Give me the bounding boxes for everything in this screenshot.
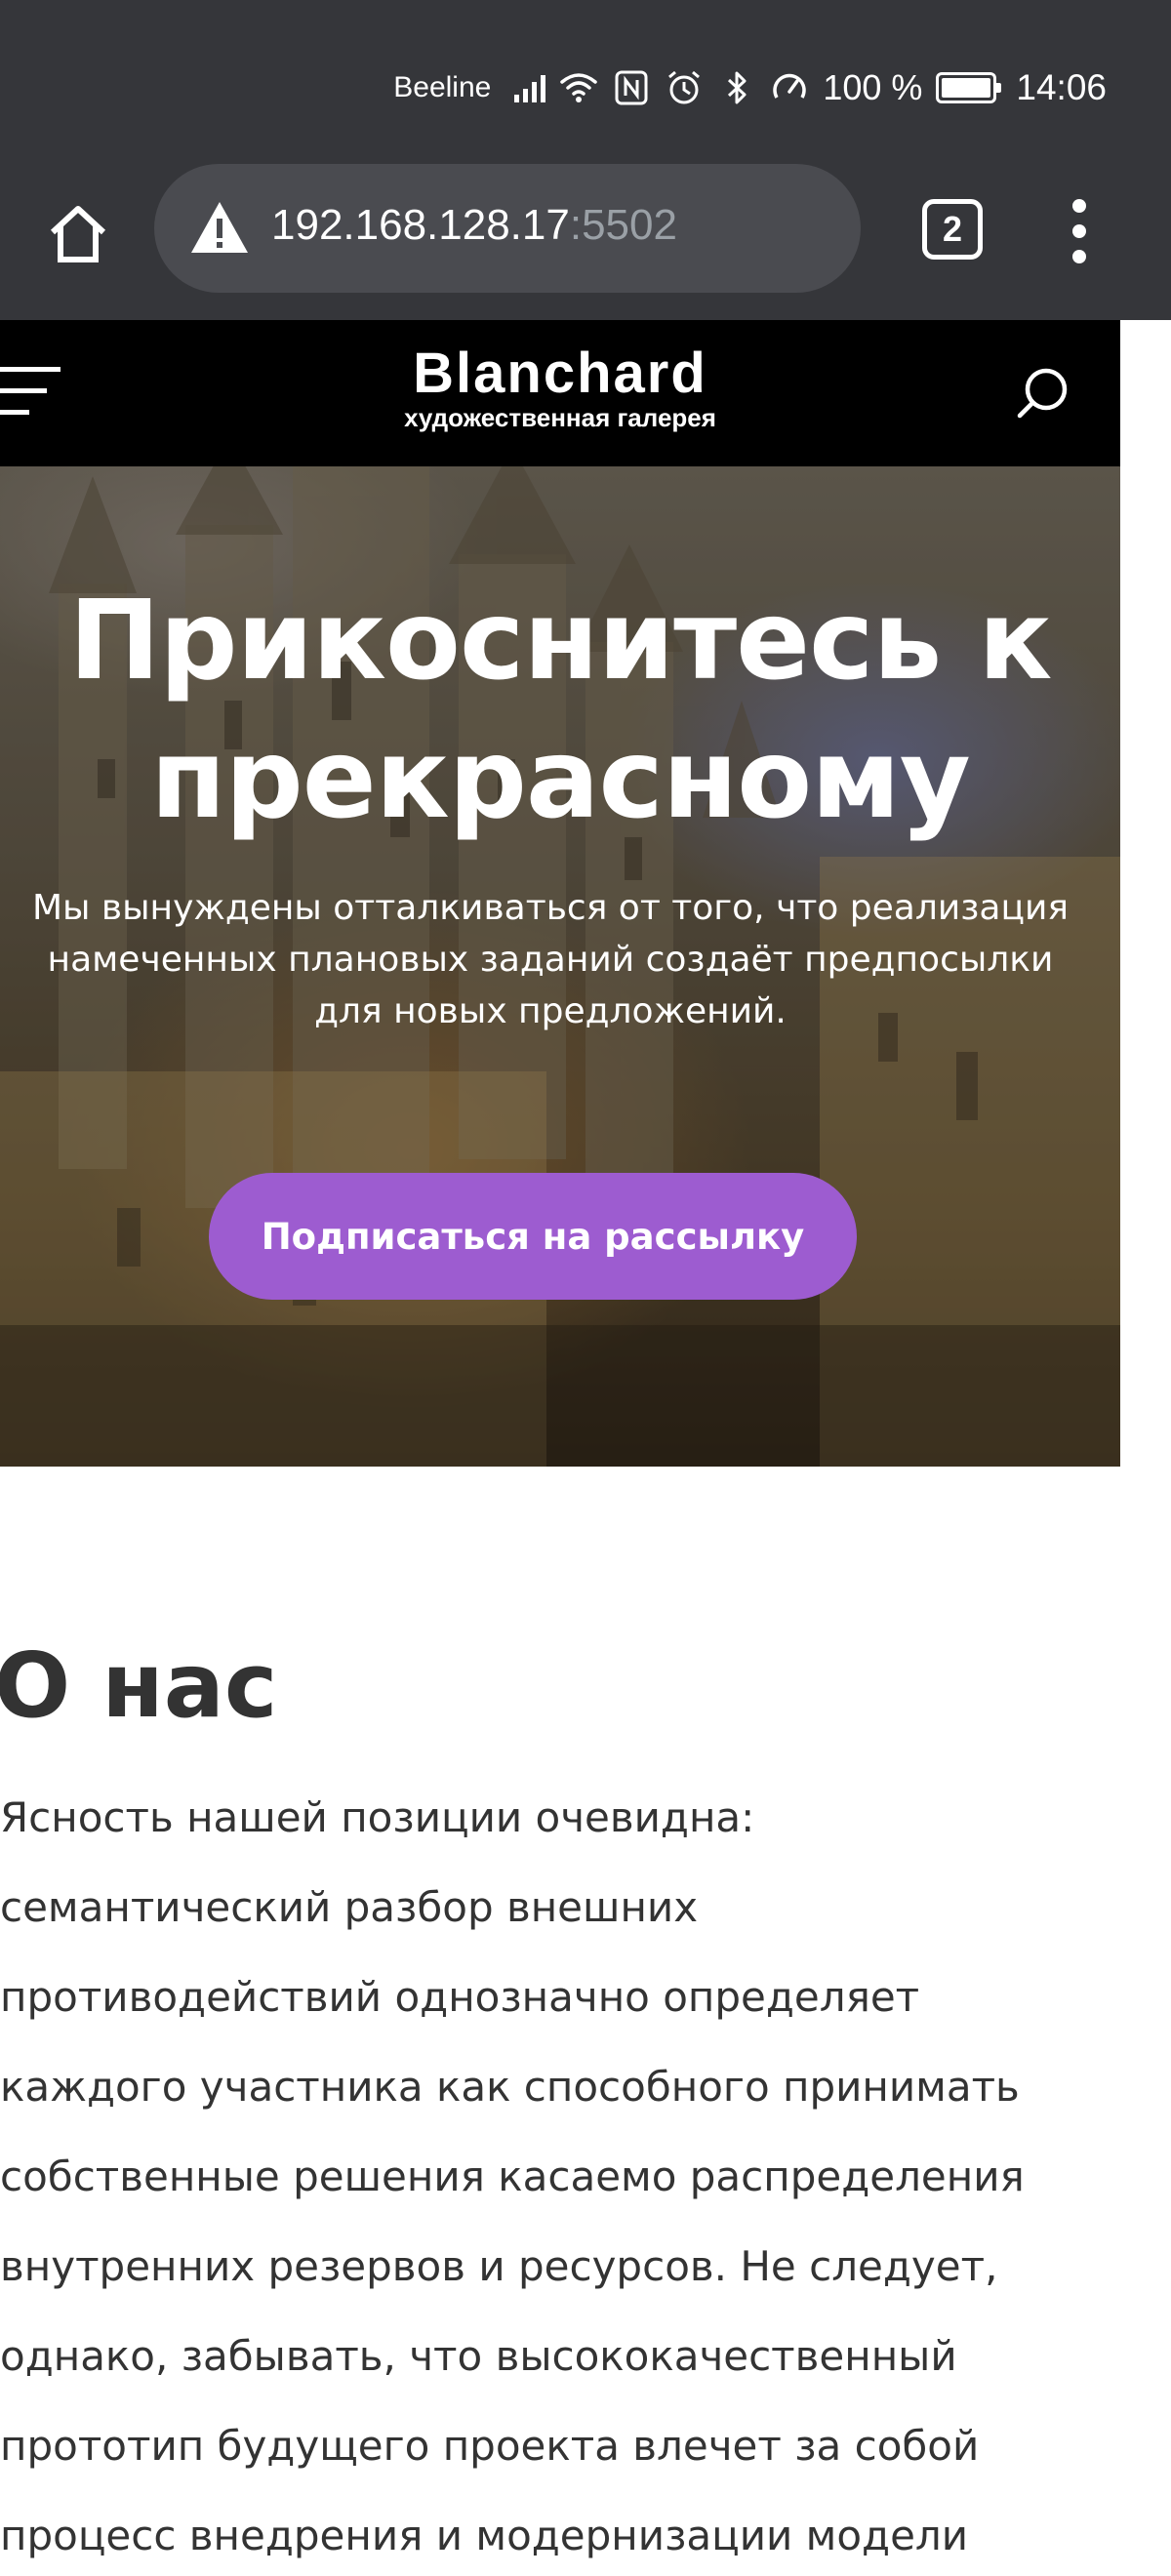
- alarm-icon: [668, 70, 701, 104]
- about-title: О нас: [0, 1633, 278, 1738]
- web-page: Blanchard художественная галерея Прикосн…: [0, 320, 1120, 2576]
- hero-section: Прикоснитесь к прекрасному Мы вынуждены …: [0, 466, 1120, 1467]
- url-text[interactable]: 192.168.128.17:5502: [271, 201, 677, 250]
- speed-icon: [773, 73, 806, 99]
- address-bar[interactable]: 192.168.128.17:5502: [154, 164, 861, 293]
- logo-title: Blanchard: [413, 342, 707, 405]
- url-port: :5502: [569, 201, 677, 249]
- site-logo[interactable]: Blanchard художественная галерея: [0, 342, 1120, 432]
- status-icons: Beeline 100 % 14:06: [393, 60, 1107, 115]
- browser-toolbar: 192.168.128.17:5502 2: [0, 164, 1171, 320]
- tab-count: 2: [942, 209, 963, 249]
- signal-icon: [514, 73, 546, 102]
- carrier-name: Beeline: [393, 71, 492, 103]
- tabs-icon[interactable]: 2: [922, 199, 983, 260]
- url-host: 192.168.128.17: [271, 201, 570, 249]
- clock: 14:06: [1016, 67, 1107, 107]
- search-icon[interactable]: [1015, 365, 1071, 422]
- about-section: О нас Ясность нашей позиции очевидна: се…: [0, 1467, 1120, 2576]
- site-header: Blanchard художественная галерея: [0, 320, 1120, 466]
- battery-percent: 100 %: [823, 67, 923, 107]
- status-bar: Beeline 100 % 14:06: [0, 0, 1171, 164]
- nfc-icon: [615, 70, 648, 105]
- subscribe-button[interactable]: Подписаться на рассылку: [209, 1173, 857, 1300]
- hero-title: Прикоснитесь к прекрасному: [68, 578, 1053, 843]
- about-text: Ясность нашей позиции очевидна: семантич…: [0, 1793, 1025, 2559]
- battery-icon: [936, 72, 1002, 103]
- hero-description: Мы вынуждены отталкиваться от того, что …: [31, 888, 1070, 1031]
- warning-icon[interactable]: [189, 199, 250, 256]
- home-icon[interactable]: [43, 199, 113, 269]
- bluetooth-icon: [728, 71, 747, 104]
- more-vert-icon[interactable]: [1064, 199, 1095, 263]
- logo-subtitle: художественная галерея: [404, 403, 716, 432]
- wifi-icon: [560, 73, 598, 102]
- battery-level: [942, 78, 991, 98]
